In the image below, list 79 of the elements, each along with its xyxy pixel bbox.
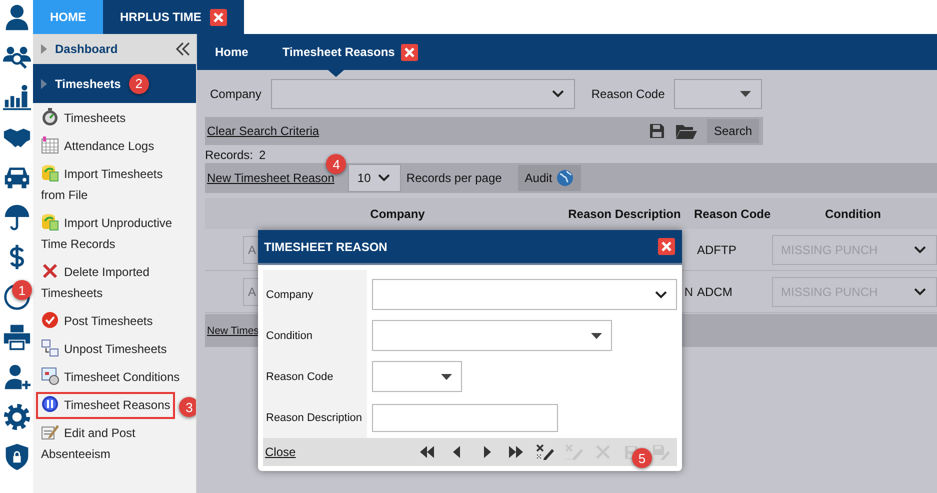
close-icon[interactable]	[400, 44, 418, 60]
database-import-icon	[41, 213, 59, 232]
add-user-icon[interactable]	[2, 363, 30, 391]
sidebar-item[interactable]: Post Timesheets	[37, 309, 157, 334]
chevron-down-icon	[914, 288, 926, 296]
database-import-icon	[41, 164, 59, 182]
folder-icon[interactable]	[674, 123, 697, 139]
table-cell-text: ADFTP	[696, 242, 738, 256]
field-label: Reason Description	[263, 397, 367, 438]
callout-badge: 4	[326, 154, 346, 174]
globe-icon	[556, 169, 574, 187]
page-size-label: Records per page	[406, 171, 502, 185]
chevron-down-icon	[914, 246, 926, 254]
column-header: Company	[369, 206, 426, 220]
close-icon[interactable]	[210, 8, 228, 26]
table-cell-text: ADCM	[696, 284, 734, 298]
field-label: Company	[263, 270, 367, 315]
column-header: Condition	[824, 206, 882, 220]
search-button[interactable]: Search	[706, 119, 759, 143]
page-size-dropdown[interactable]: 10	[348, 164, 402, 192]
dropdown-field[interactable]	[372, 361, 462, 392]
field-label: Reason Code	[263, 356, 367, 397]
sidebar-item[interactable]: Unpost Timesheets	[37, 337, 171, 362]
caret-down-icon	[591, 332, 602, 338]
sidebar-item[interactable]: Timesheet Conditions	[37, 365, 184, 390]
form-pencil-icon	[41, 423, 59, 442]
table-clock-icon	[41, 367, 59, 386]
new-reason-link[interactable]: New Times	[207, 324, 259, 336]
chevron-down-icon	[552, 90, 564, 98]
delete-icon	[41, 262, 59, 280]
dialog-title: TIMESHEET REASON	[264, 240, 388, 254]
menu-header[interactable]: Dashboard	[33, 34, 196, 64]
menu-section[interactable]: Timesheets 2	[33, 64, 196, 103]
chevron-down-icon	[655, 290, 667, 298]
printer-icon[interactable]	[2, 323, 30, 351]
tables-icon	[41, 339, 59, 358]
collapse-icon[interactable]	[176, 42, 190, 56]
filter-label: Company	[210, 87, 262, 101]
column-header: Reason Description	[567, 206, 682, 220]
sidebar-item[interactable]: Delete Imported Timesheets	[37, 260, 190, 306]
caret-right-icon	[41, 44, 47, 54]
field-label: Condition	[263, 315, 367, 356]
table-cell: N	[684, 284, 693, 298]
x-pencil-icon[interactable]	[535, 444, 555, 460]
gear-icon[interactable]	[2, 403, 30, 431]
records-label: Records:	[205, 148, 254, 162]
chart-person-icon[interactable]	[2, 83, 30, 111]
filter-label: Reason Code	[591, 87, 665, 101]
caret-down-icon	[740, 91, 751, 97]
audit-button[interactable]: Audit	[518, 165, 582, 191]
dropdown-field[interactable]	[372, 320, 612, 351]
dropdown-field[interactable]	[372, 279, 677, 310]
clock-icon[interactable]	[2, 283, 30, 311]
new-reason-link[interactable]: New Timesheet Reason	[207, 171, 334, 185]
sidebar-item[interactable]: Edit and Post Absenteeism	[37, 421, 190, 467]
stopwatch-icon	[41, 108, 59, 126]
chevron-down-icon	[378, 174, 390, 182]
column-header: Reason Code	[694, 206, 769, 220]
records-count: 2	[259, 148, 266, 162]
sidebar-item[interactable]: Timesheets	[37, 106, 130, 131]
callout-badge: 3	[179, 397, 196, 417]
callout-badge: 2	[128, 74, 149, 94]
sidebar-item[interactable]: Import Unproductive Time Records	[37, 211, 190, 257]
save-icon[interactable]	[648, 123, 665, 139]
check-circle-icon	[41, 311, 59, 330]
text-field[interactable]	[372, 404, 558, 432]
callout-badge: 1	[12, 280, 32, 300]
clear-search-link[interactable]: Clear Search Criteria	[207, 124, 320, 138]
sidebar-item[interactable]: Import Timesheets from File	[37, 162, 190, 208]
umbrella-icon[interactable]	[2, 203, 30, 231]
pause-circle-icon	[41, 395, 59, 414]
caret-right-icon	[41, 78, 47, 88]
page-tab[interactable]: Home	[197, 34, 264, 70]
sidebar-item[interactable]: Attendance Logs	[37, 134, 158, 159]
callout-badge: 5	[632, 448, 652, 468]
calendar-icon	[41, 136, 59, 154]
caret-down-icon	[441, 374, 452, 380]
close-link[interactable]: Close	[265, 445, 296, 459]
module-tab[interactable]: HRPLUS TIME	[103, 0, 244, 34]
